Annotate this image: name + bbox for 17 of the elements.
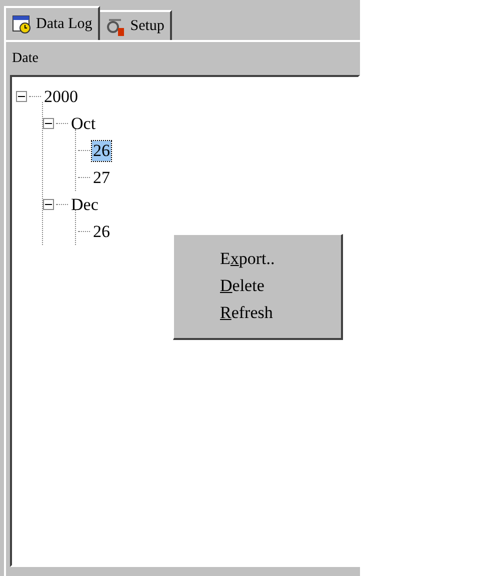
tree-item[interactable]: 27 — [92, 168, 111, 188]
calendar-clock-icon — [12, 14, 32, 34]
collapse-icon[interactable] — [16, 91, 27, 102]
tree-item[interactable]: Oct — [70, 114, 97, 134]
tree-item[interactable]: 26 — [92, 222, 111, 242]
menu-item[interactable]: Export.. — [220, 245, 275, 272]
menu-item[interactable]: Refresh — [220, 299, 273, 326]
collapse-icon[interactable] — [43, 199, 54, 210]
collapse-icon[interactable] — [43, 118, 54, 129]
tree-item[interactable]: 26 — [92, 140, 111, 160]
tree-item[interactable]: Dec — [70, 194, 100, 214]
tab[interactable]: Data Log — [4, 6, 100, 40]
wrench-icon — [106, 16, 126, 36]
panel-title: Date — [11, 50, 40, 68]
tab[interactable]: Setup — [98, 10, 172, 40]
tree-item[interactable]: 2000 — [43, 86, 79, 106]
menu-item[interactable]: Delete — [220, 272, 264, 299]
